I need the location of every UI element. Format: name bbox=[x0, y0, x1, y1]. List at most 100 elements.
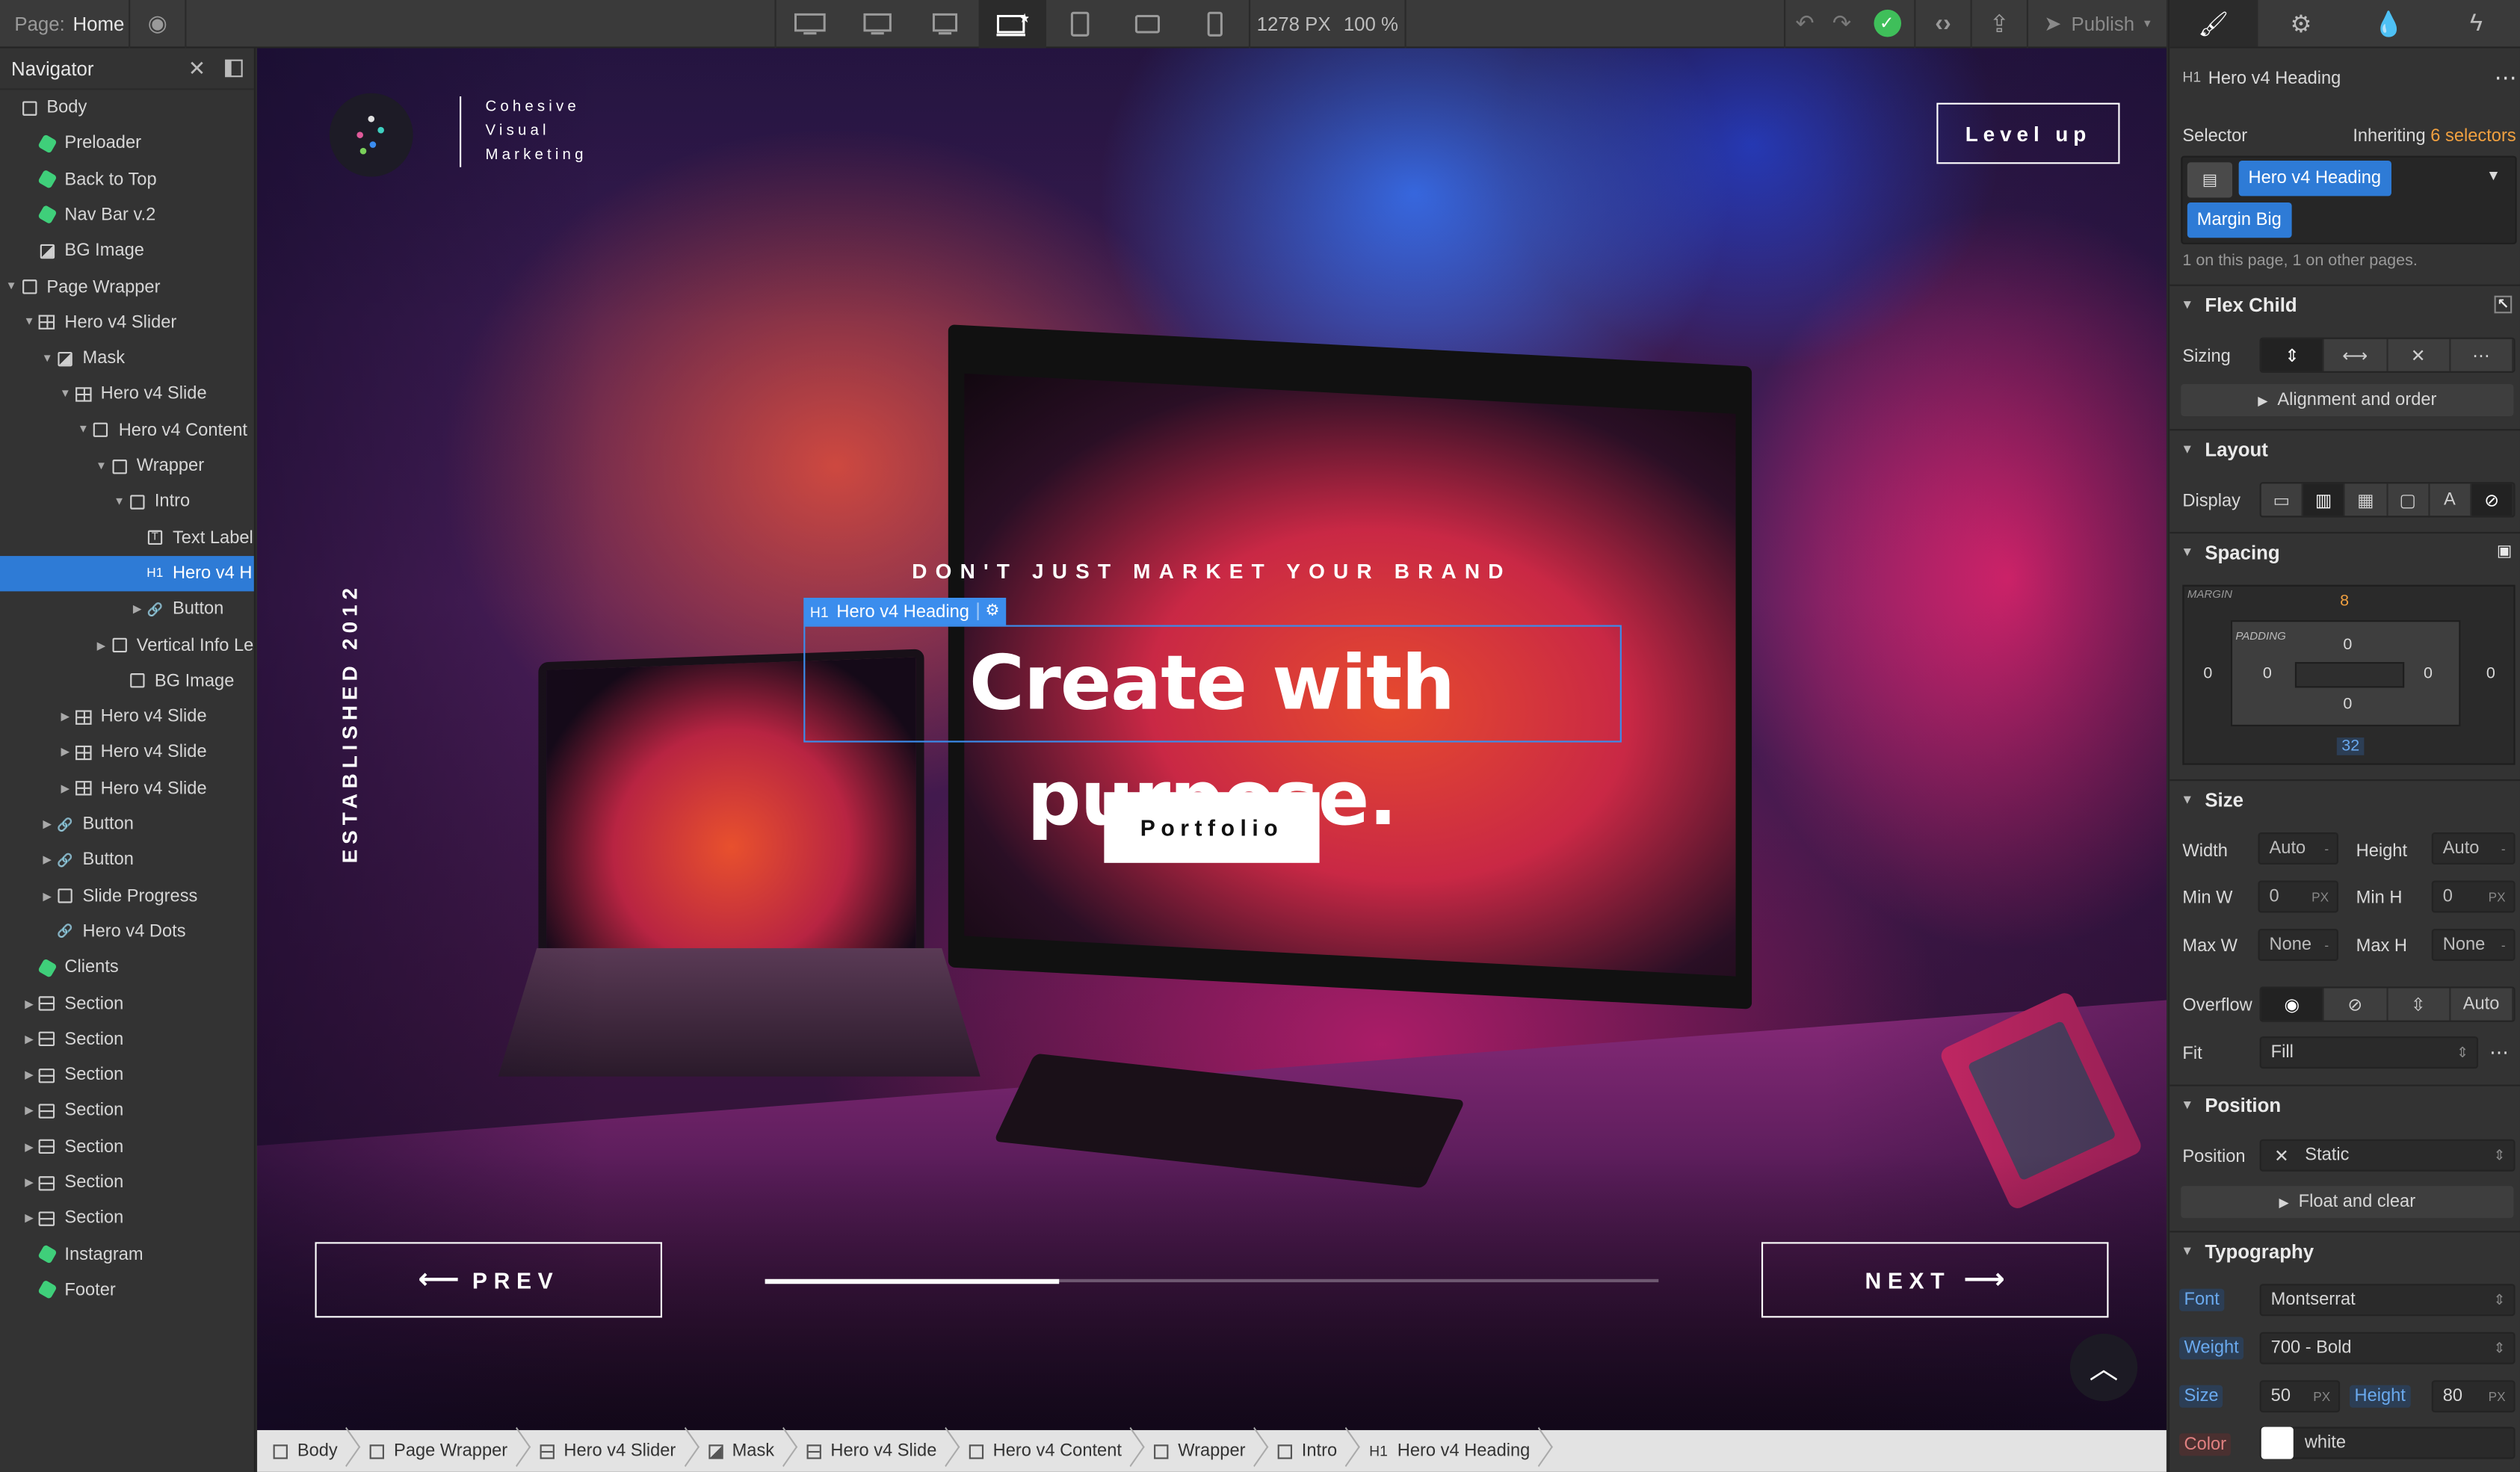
breakpoint-mobile-landscape-icon[interactable] bbox=[1114, 0, 1181, 47]
interactions-bolt-icon[interactable]: ϟ bbox=[2433, 0, 2520, 46]
caret-down-icon[interactable]: ▼ bbox=[39, 353, 55, 364]
breadcrumb-item[interactable]: Page Wrapper bbox=[353, 1430, 523, 1472]
prev-button[interactable]: ⟵ PREV bbox=[315, 1242, 663, 1318]
caret-right-icon[interactable]: ▶ bbox=[39, 890, 55, 903]
caret-down-icon[interactable]: ▼ bbox=[21, 317, 37, 328]
fit-more-icon[interactable]: ⋯ bbox=[2489, 1042, 2509, 1064]
caret-down-icon[interactable]: ▼ bbox=[58, 389, 74, 400]
sizing-shrink-icon[interactable]: ✕ bbox=[2387, 338, 2450, 371]
inheriting-count[interactable]: 6 selectors bbox=[2430, 127, 2516, 146]
settings-gear-icon[interactable]: ⚙ bbox=[2257, 0, 2344, 46]
save-status-check-icon[interactable]: ✓ bbox=[1859, 0, 1914, 47]
undo-icon[interactable]: ↶ bbox=[1785, 0, 1824, 47]
redo-icon[interactable]: ↷ bbox=[1824, 0, 1859, 47]
page-selector[interactable]: Page: Home bbox=[0, 0, 129, 47]
caret-down-icon[interactable]: ▼ bbox=[93, 460, 110, 471]
color-field[interactable]: white bbox=[2259, 1426, 2516, 1459]
height-field[interactable]: Auto - bbox=[2431, 832, 2516, 865]
caret-right-icon[interactable]: ▶ bbox=[21, 1140, 37, 1153]
navigator-item[interactable]: ▼ Mask bbox=[0, 341, 254, 376]
overflow-scroll-icon[interactable]: ⇳ bbox=[2387, 988, 2450, 1021]
navigator-item[interactable]: Instagram bbox=[0, 1237, 254, 1272]
navigator-item[interactable]: BG Image bbox=[0, 664, 254, 699]
breakpoint-desktop-xl-icon[interactable] bbox=[776, 0, 844, 47]
breakpoint-desktop-base-icon[interactable]: ★ bbox=[978, 0, 1046, 48]
navigator-item[interactable]: ▼ Hero v4 Content bbox=[0, 412, 254, 448]
navigator-item[interactable]: ▶ Vertical Info Le bbox=[0, 628, 254, 663]
breadcrumb-item[interactable]: Mask bbox=[692, 1430, 791, 1472]
next-button[interactable]: NEXT ⟶ bbox=[1761, 1242, 2109, 1318]
overflow-auto-option[interactable]: Auto bbox=[2450, 988, 2514, 1021]
position-select[interactable]: ✕ Static ⇕ bbox=[2259, 1139, 2516, 1172]
min-height-field[interactable]: 0 PX bbox=[2431, 880, 2516, 913]
caret-right-icon[interactable]: ▶ bbox=[21, 997, 37, 1010]
display-inline-icon[interactable]: A bbox=[2429, 483, 2472, 516]
navigator-item[interactable]: T Text Label bbox=[0, 520, 254, 555]
spacing-settings-icon[interactable]: ▣ bbox=[2497, 543, 2512, 561]
close-icon[interactable]: ✕ bbox=[188, 55, 206, 81]
display-flex-icon[interactable]: ▥ bbox=[2303, 483, 2346, 516]
navigator-item[interactable]: ▶ Hero v4 Slide bbox=[0, 699, 254, 735]
sizing-more-icon[interactable]: ⋯ bbox=[2450, 338, 2514, 371]
navigator-item[interactable]: BG Image bbox=[0, 233, 254, 268]
weight-select[interactable]: 700 - Bold ⇕ bbox=[2259, 1332, 2516, 1364]
display-none-icon[interactable]: ⊘ bbox=[2471, 483, 2514, 516]
section-typography[interactable]: ▼ Typography bbox=[2170, 1231, 2520, 1270]
font-select[interactable]: Montserrat ⇕ bbox=[2259, 1284, 2516, 1317]
caret-right-icon[interactable]: ▶ bbox=[93, 639, 110, 652]
breakpoint-desktop-m-icon[interactable] bbox=[911, 0, 978, 47]
navigator-item[interactable]: ▶ Section bbox=[0, 1201, 254, 1236]
breadcrumb-item[interactable]: Body bbox=[257, 1430, 353, 1472]
navigator-item[interactable]: ▶ 🔗 Button bbox=[0, 807, 254, 842]
caret-down-icon[interactable]: ▼ bbox=[111, 496, 128, 507]
display-grid-icon[interactable]: ▦ bbox=[2345, 483, 2388, 516]
back-to-top-button[interactable]: ︿ bbox=[2069, 1333, 2138, 1402]
breakpoint-mobile-portrait-icon[interactable] bbox=[1182, 0, 1249, 47]
brand-logo[interactable] bbox=[329, 93, 413, 177]
caret-down-icon[interactable]: ▼ bbox=[75, 424, 92, 436]
max-width-field[interactable]: None - bbox=[2258, 928, 2338, 961]
navigator-item[interactable]: ▼ Hero v4 Slide bbox=[0, 377, 254, 412]
navigator-item[interactable]: H1 Hero v4 H bbox=[0, 555, 254, 592]
padding-bottom-value[interactable]: 0 bbox=[2343, 696, 2352, 714]
more-options-icon[interactable]: ⋯ bbox=[2495, 64, 2517, 92]
breakpoint-tablet-icon[interactable] bbox=[1046, 0, 1114, 47]
line-height-field[interactable]: 80 PX bbox=[2431, 1380, 2516, 1413]
navigator-item[interactable]: Back to Top bbox=[0, 161, 254, 197]
class-pill-margin-big[interactable]: Margin Big bbox=[2187, 202, 2291, 238]
code-export-icon[interactable]: ‹› bbox=[1915, 0, 1970, 47]
hero-text-label[interactable]: DON'T JUST MARKET YOUR BRAND bbox=[803, 559, 1619, 583]
margin-left-value[interactable]: 0 bbox=[2203, 665, 2212, 683]
expand-icon[interactable]: ↖ bbox=[2494, 295, 2513, 314]
caret-down-icon[interactable]: ▼ bbox=[3, 281, 19, 292]
preview-eye-icon[interactable]: ◉ bbox=[130, 0, 185, 47]
sizing-dont-shrink-icon[interactable]: ⇕ bbox=[2261, 338, 2325, 371]
navigator-item[interactable]: Footer bbox=[0, 1272, 254, 1308]
breadcrumb-item[interactable]: Hero v4 Slider bbox=[524, 1430, 692, 1472]
navigator-item[interactable]: ▼ Wrapper bbox=[0, 448, 254, 483]
color-swatch[interactable] bbox=[2261, 1426, 2294, 1459]
overflow-hidden-icon[interactable]: ⊘ bbox=[2324, 988, 2388, 1021]
caret-right-icon[interactable]: ▶ bbox=[21, 1104, 37, 1117]
publish-button[interactable]: ➤ Publish ▾ bbox=[2028, 0, 2167, 47]
float-clear-toggle[interactable]: ▶ Float and clear bbox=[2181, 1186, 2514, 1219]
margin-top-value[interactable]: 8 bbox=[2340, 593, 2349, 611]
breadcrumb-item[interactable]: H1 Hero v4 Heading bbox=[1353, 1430, 1546, 1472]
navigator-item[interactable]: Clients bbox=[0, 950, 254, 985]
level-up-button[interactable]: Level up bbox=[1936, 102, 2120, 164]
margin-bottom-value[interactable]: 32 bbox=[2336, 737, 2365, 755]
fit-select[interactable]: Fill ⇕ bbox=[2259, 1036, 2479, 1069]
breadcrumb-item[interactable]: Hero v4 Slide bbox=[791, 1430, 953, 1472]
navigator-item[interactable]: 🔗 Hero v4 Dots bbox=[0, 914, 254, 949]
section-flex-child[interactable]: ▼ Flex Child ↖ bbox=[2170, 284, 2520, 324]
display-block-icon[interactable]: ▭ bbox=[2261, 483, 2304, 516]
navigator-item[interactable]: ▶ Slide Progress bbox=[0, 878, 254, 913]
style-manager-drops-icon[interactable]: 💧 bbox=[2345, 0, 2433, 46]
sizing-grow-icon[interactable]: ⟷ bbox=[2324, 338, 2388, 371]
navigator-item[interactable]: ▶ Section bbox=[0, 1057, 254, 1092]
navigator-item[interactable]: Body bbox=[0, 90, 254, 125]
navigator-item[interactable]: ▶ 🔗 Button bbox=[0, 592, 254, 627]
padding-right-value[interactable]: 0 bbox=[2424, 665, 2433, 683]
dock-panel-icon[interactable] bbox=[225, 59, 243, 78]
share-icon[interactable]: ⇪ bbox=[1972, 0, 2027, 47]
